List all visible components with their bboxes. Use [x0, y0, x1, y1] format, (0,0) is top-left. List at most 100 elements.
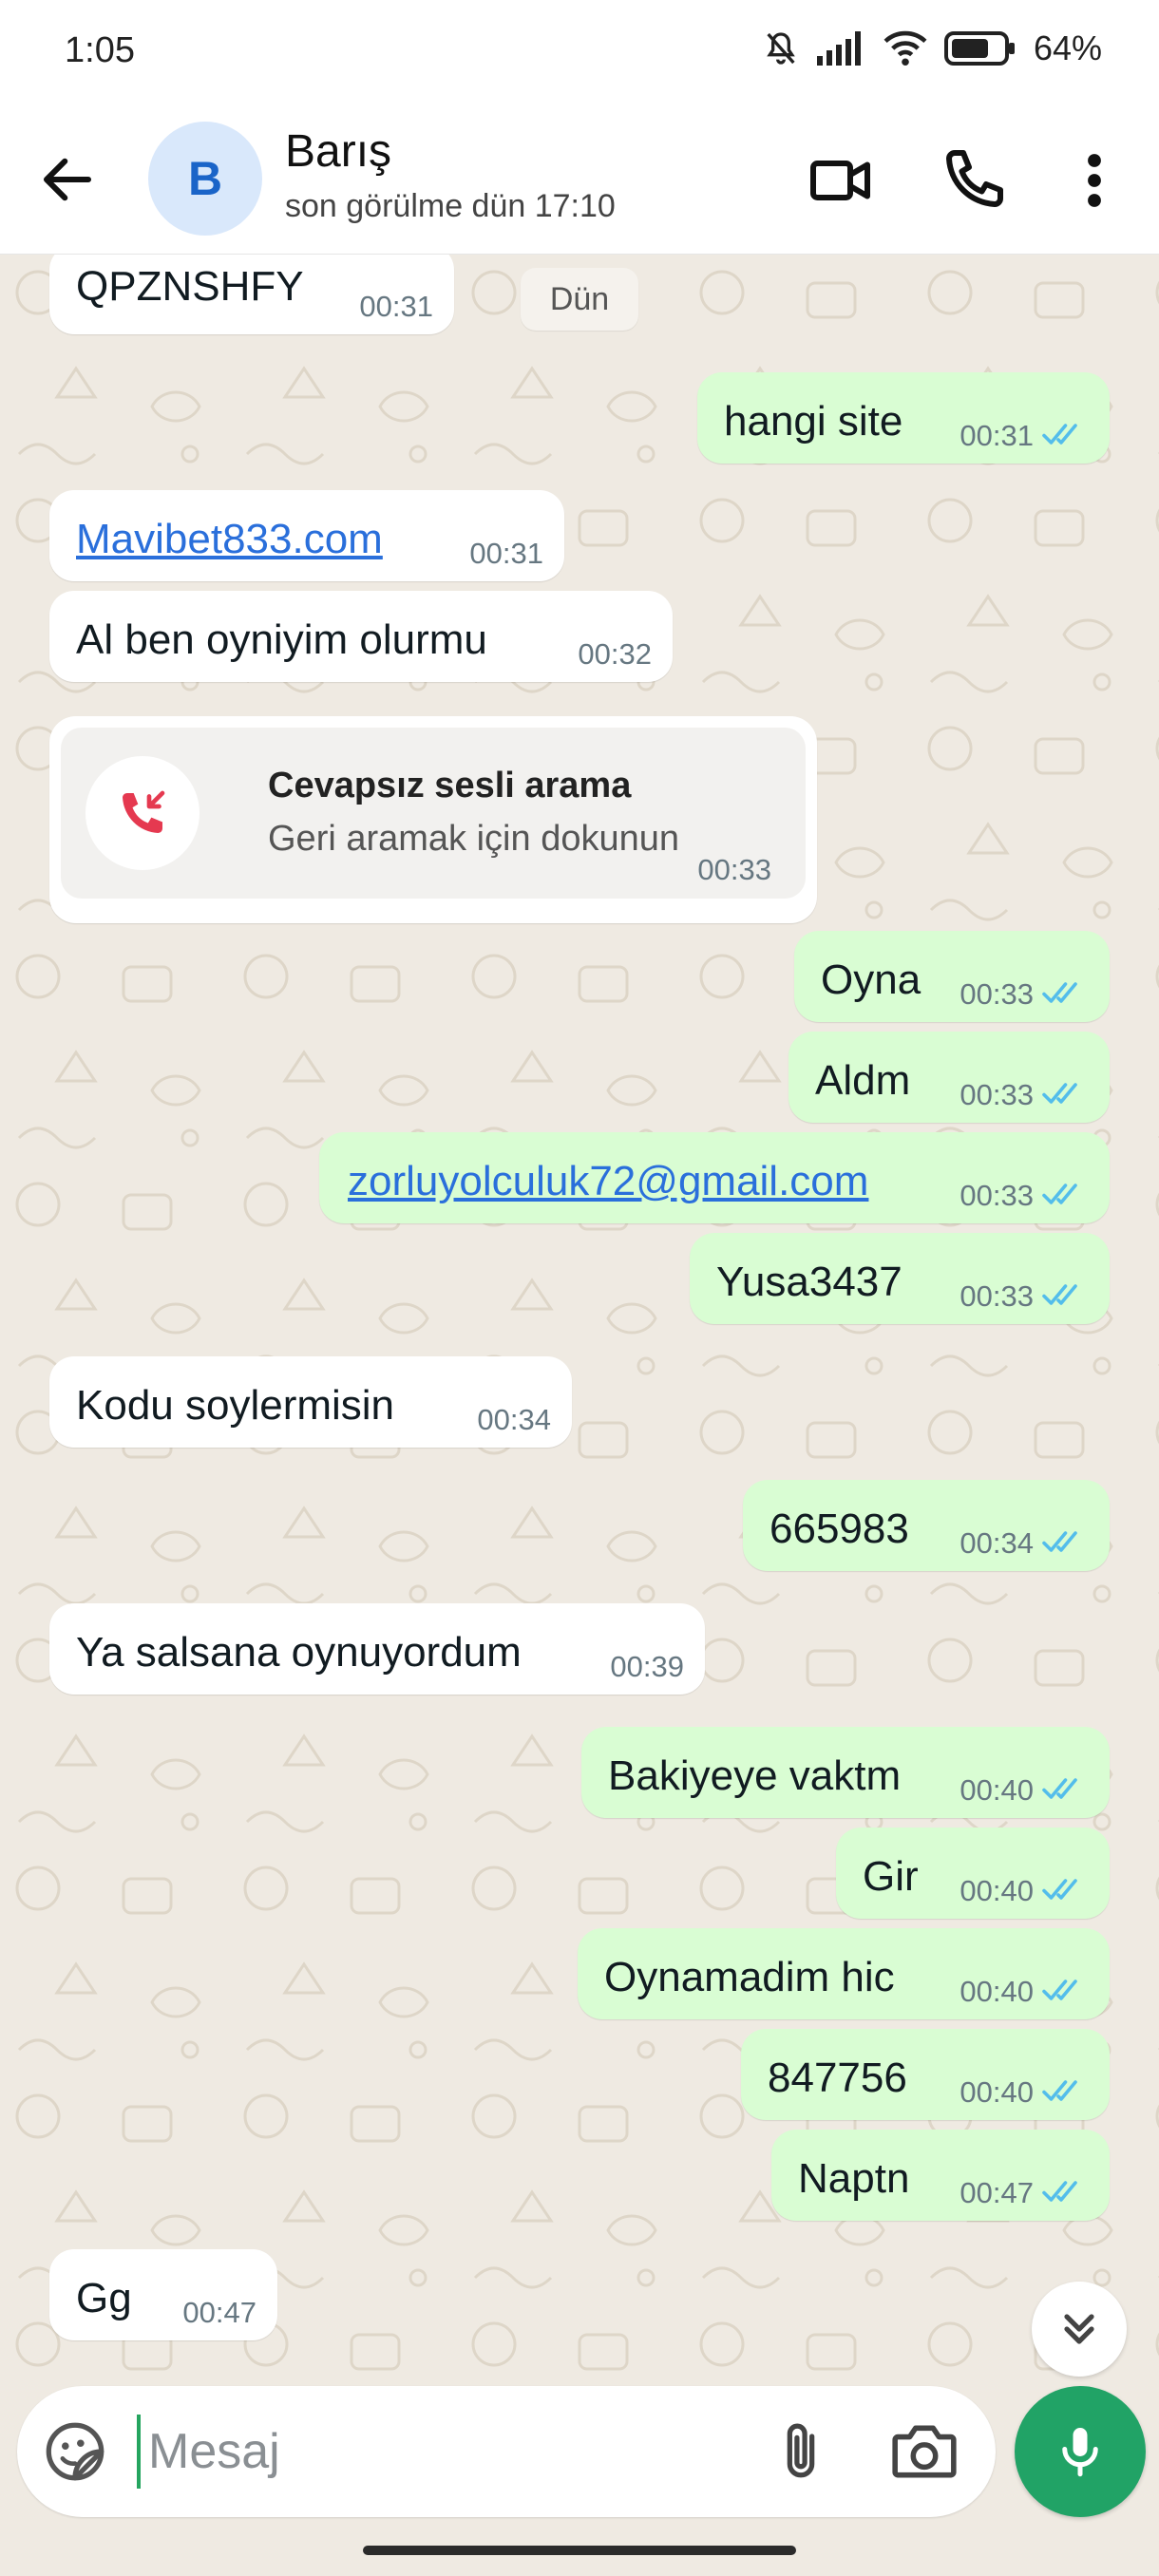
message-time: 00:39	[610, 1650, 684, 1683]
outgoing-message[interactable]: 847756 00:40	[741, 2029, 1110, 2120]
back-button[interactable]	[36, 148, 99, 211]
outgoing-message[interactable]: hangi site 00:31	[697, 372, 1110, 464]
message-time: 00:31	[469, 537, 543, 570]
message-text: 847756	[768, 2055, 907, 2101]
message-input[interactable]	[137, 2415, 745, 2489]
mute-notifications-icon	[767, 32, 795, 65]
message-time: 00:33	[960, 1279, 1034, 1313]
status-icons: 64%	[762, 28, 1102, 68]
read-ticks-icon	[1042, 2080, 1077, 2101]
message-text: Ya salsana oynuyordum	[76, 1629, 522, 1676]
message-time: 00:33	[960, 977, 1034, 1011]
message-time: 00:40	[960, 1975, 1034, 2008]
message-composer	[17, 2386, 996, 2517]
signal-icon	[816, 31, 861, 66]
read-ticks-icon	[1042, 2181, 1077, 2202]
read-ticks-icon	[1042, 1083, 1077, 1104]
message-text: hangi site	[724, 398, 903, 445]
message-text: Gir	[863, 1853, 919, 1900]
message-time: 00:33	[960, 1078, 1034, 1111]
outgoing-message[interactable]: Bakiyeye vaktm 00:40	[581, 1727, 1110, 1818]
message-text: QPZNSHFY	[76, 263, 304, 310]
read-ticks-icon	[1042, 1284, 1077, 1305]
last-seen[interactable]: son görülme dün 17:10	[285, 188, 616, 225]
message-time: 00:40	[960, 1773, 1034, 1807]
read-ticks-icon	[1042, 1879, 1077, 1900]
attach-button[interactable]	[768, 2415, 834, 2489]
message-text: Kodu soylermisin	[76, 1382, 395, 1429]
message-time: 00:47	[960, 2176, 1034, 2209]
outgoing-message[interactable]: Yusa3437 00:33	[690, 1233, 1110, 1324]
battery-percent: 64%	[1033, 28, 1102, 67]
missed-call-time: 00:33	[697, 853, 771, 886]
camera-button[interactable]	[889, 2418, 960, 2485]
message-link[interactable]: Mavibet833.com	[76, 519, 383, 560]
contact-name[interactable]: Barış	[285, 125, 391, 178]
video-call-button[interactable]	[808, 146, 876, 215]
camera-icon	[892, 2425, 957, 2478]
voice-call-button[interactable]	[940, 144, 1009, 213]
read-ticks-icon	[1042, 982, 1077, 1003]
outgoing-message[interactable]: Gir 00:40	[836, 1828, 1110, 1919]
missed-call-inner[interactable]: Cevapsız sesli arama Geri aramak için do…	[61, 728, 806, 899]
message-text: Bakiyeye vaktm	[608, 1752, 902, 1799]
more-vertical-icon	[1088, 154, 1101, 207]
outgoing-message[interactable]: Oyna 00:33	[794, 931, 1110, 1022]
message-time: 00:31	[359, 290, 433, 323]
date-separator: Dün	[521, 268, 638, 331]
message-text: Aldm	[815, 1057, 911, 1104]
paperclip-icon	[787, 2423, 815, 2478]
status-time: 1:05	[65, 30, 135, 70]
outgoing-message[interactable]: Naptn 00:47	[771, 2130, 1110, 2221]
missed-call-card[interactable]: Cevapsız sesli arama Geri aramak için do…	[49, 716, 817, 923]
battery-icon	[943, 31, 1015, 66]
avatar[interactable]: B	[148, 122, 262, 236]
message-time: 00:40	[960, 1874, 1034, 1907]
message-text: Al ben oyniyim olurmu	[76, 616, 487, 663]
double-chevron-down-icon	[1064, 2314, 1094, 2344]
microphone-icon	[1062, 2428, 1098, 2477]
gesture-nav-handle[interactable]	[363, 2546, 796, 2555]
missed-call-subtitle: Geri aramak için dokunun	[268, 819, 679, 859]
phone-icon	[946, 150, 1003, 207]
chat-area[interactable]: Dün QPZNSHFY 00:31 hangi site 00:31 Mavi…	[0, 255, 1159, 2382]
incoming-message[interactable]: Ya salsana oynuyordum 00:39	[49, 1603, 705, 1695]
more-options-button[interactable]	[1074, 146, 1115, 215]
message-text: Yusa3437	[716, 1259, 902, 1305]
message-text: 665983	[770, 1506, 909, 1552]
outgoing-message[interactable]: Aldm 00:33	[788, 1032, 1110, 1123]
outgoing-message[interactable]: zorluyolculuk72@gmail.com 00:33	[319, 1132, 1110, 1223]
message-time: 00:47	[182, 2296, 256, 2329]
message-time: 00:34	[477, 1403, 551, 1436]
message-link[interactable]: zorluyolculuk72@gmail.com	[348, 1161, 868, 1203]
video-camera-icon	[810, 161, 870, 200]
incoming-message[interactable]: Gg 00:47	[49, 2249, 277, 2340]
message-time: 00:32	[578, 637, 652, 671]
status-bar: 1:05 64%	[0, 0, 1159, 104]
read-ticks-icon	[1042, 424, 1077, 445]
message-text: Gg	[76, 2275, 132, 2321]
sticker-icon	[46, 2422, 104, 2481]
sticker-button[interactable]	[42, 2418, 108, 2485]
incoming-message[interactable]: QPZNSHFY 00:31	[49, 255, 454, 334]
message-text: Oynamadim hic	[604, 1954, 895, 2000]
outgoing-message[interactable]: Oynamadim hic 00:40	[578, 1928, 1110, 2019]
wifi-icon	[884, 30, 927, 66]
outgoing-message[interactable]: 665983 00:34	[743, 1480, 1110, 1571]
arrow-left-icon	[43, 158, 92, 201]
message-time: 00:34	[960, 1526, 1034, 1560]
missed-call-title: Cevapsız sesli arama	[268, 766, 632, 805]
incoming-message[interactable]: Al ben oyniyim olurmu 00:32	[49, 591, 673, 682]
incoming-message[interactable]: Mavibet833.com 00:31	[49, 490, 564, 581]
missed-call-icon-circle	[86, 756, 200, 870]
read-ticks-icon	[1042, 1531, 1077, 1552]
message-text: Naptn	[798, 2155, 910, 2202]
read-ticks-icon	[1042, 1778, 1077, 1799]
read-ticks-icon	[1042, 1979, 1077, 2000]
scroll-to-bottom-button[interactable]	[1032, 2282, 1127, 2377]
message-time: 00:33	[960, 1179, 1034, 1212]
message-time: 00:31	[960, 419, 1034, 452]
voice-message-button[interactable]	[1015, 2386, 1146, 2517]
message-text: Oyna	[821, 957, 922, 1003]
incoming-message[interactable]: Kodu soylermisin 00:34	[49, 1356, 572, 1448]
